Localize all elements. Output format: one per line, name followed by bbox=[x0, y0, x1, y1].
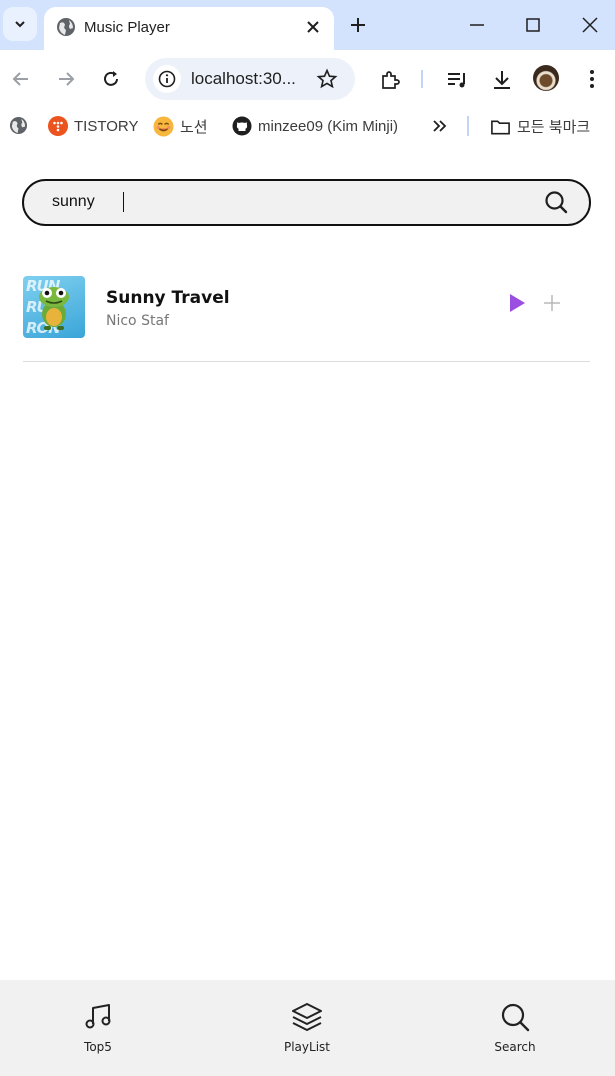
play-icon[interactable] bbox=[509, 294, 525, 312]
tab-title: Music Player bbox=[84, 19, 170, 36]
reload-icon[interactable] bbox=[100, 68, 122, 90]
bookmark-tistory[interactable]: TISTORY bbox=[48, 116, 138, 136]
browser-tab[interactable]: Music Player bbox=[44, 7, 334, 50]
bookmarks-bar: TISTORY 노션 minzee09 (Kim Minji) 모든 북마크 bbox=[0, 108, 615, 144]
search-result-item[interactable]: RUN RUN RON Sunny Travel Nico Staf bbox=[23, 276, 590, 362]
close-icon[interactable] bbox=[302, 16, 324, 38]
bookmark-github[interactable]: minzee09 (Kim Minji) bbox=[232, 116, 398, 136]
maximize-icon[interactable] bbox=[522, 14, 544, 36]
new-tab-icon[interactable] bbox=[347, 14, 369, 36]
frog-character-icon bbox=[39, 287, 69, 330]
nav-item-top5[interactable]: Top5 bbox=[58, 1002, 138, 1054]
album-cover: RUN RUN RON bbox=[23, 276, 85, 338]
plus-icon[interactable] bbox=[543, 294, 561, 312]
bookmark-label: TISTORY bbox=[74, 117, 139, 135]
bookmarks-separator bbox=[467, 116, 469, 136]
nav-item-playlist[interactable]: PlayList bbox=[267, 1002, 347, 1054]
kebab-menu-icon[interactable] bbox=[582, 68, 602, 90]
chevron-down-icon bbox=[15, 21, 25, 28]
nav-label: Top5 bbox=[84, 1040, 112, 1054]
address-url: localhost:30... bbox=[191, 69, 296, 88]
toolbar-separator bbox=[421, 70, 423, 88]
browser-tabstrip: Music Player bbox=[0, 0, 615, 50]
profile-avatar[interactable] bbox=[533, 65, 559, 91]
nav-label: Search bbox=[494, 1040, 536, 1054]
globe-icon bbox=[9, 116, 28, 135]
tab-search-button[interactable] bbox=[3, 7, 37, 41]
forward-arrow-icon[interactable] bbox=[55, 68, 77, 90]
tistory-icon bbox=[48, 116, 68, 136]
layers-icon bbox=[292, 1003, 322, 1031]
smiley-icon bbox=[153, 116, 174, 137]
globe-icon bbox=[57, 18, 75, 36]
bookmark-star-icon[interactable] bbox=[316, 68, 338, 90]
minimize-icon[interactable] bbox=[466, 14, 488, 36]
nav-label: PlayList bbox=[283, 1040, 330, 1054]
bookmark-label: 모든 북마크 bbox=[517, 119, 591, 136]
music-note-icon bbox=[85, 1004, 111, 1029]
bookmark-label: minzee09 (Kim Minji) bbox=[258, 117, 399, 135]
bookmark-notion[interactable]: 노션 bbox=[153, 116, 208, 137]
bookmark-label: 노션 bbox=[180, 119, 208, 136]
bookmark-globe[interactable] bbox=[9, 116, 28, 135]
song-artist: Nico Staf bbox=[106, 313, 169, 329]
download-icon[interactable] bbox=[490, 68, 514, 92]
search-input[interactable] bbox=[52, 193, 512, 211]
double-chevron-right-icon[interactable] bbox=[431, 118, 449, 134]
search-icon[interactable] bbox=[543, 189, 569, 215]
extensions-icon[interactable] bbox=[378, 68, 402, 92]
back-arrow-icon[interactable] bbox=[10, 68, 32, 90]
github-icon bbox=[232, 116, 252, 136]
browser-toolbar: localhost:30... bbox=[0, 50, 615, 108]
window-close-icon[interactable] bbox=[579, 14, 601, 36]
media-controls-icon[interactable] bbox=[445, 68, 469, 92]
folder-icon bbox=[491, 119, 510, 134]
song-title: Sunny Travel bbox=[106, 288, 230, 308]
search-bar[interactable] bbox=[22, 179, 591, 226]
site-info-icon[interactable] bbox=[153, 65, 181, 93]
search-icon bbox=[501, 1003, 530, 1032]
bookmark-all[interactable]: 모든 북마크 bbox=[490, 116, 590, 137]
address-bar[interactable]: localhost:30... bbox=[145, 58, 355, 100]
nav-item-search[interactable]: Search bbox=[475, 1002, 555, 1054]
bottom-navigation: Top5 PlayList Search bbox=[0, 980, 615, 1076]
text-caret bbox=[123, 192, 124, 212]
